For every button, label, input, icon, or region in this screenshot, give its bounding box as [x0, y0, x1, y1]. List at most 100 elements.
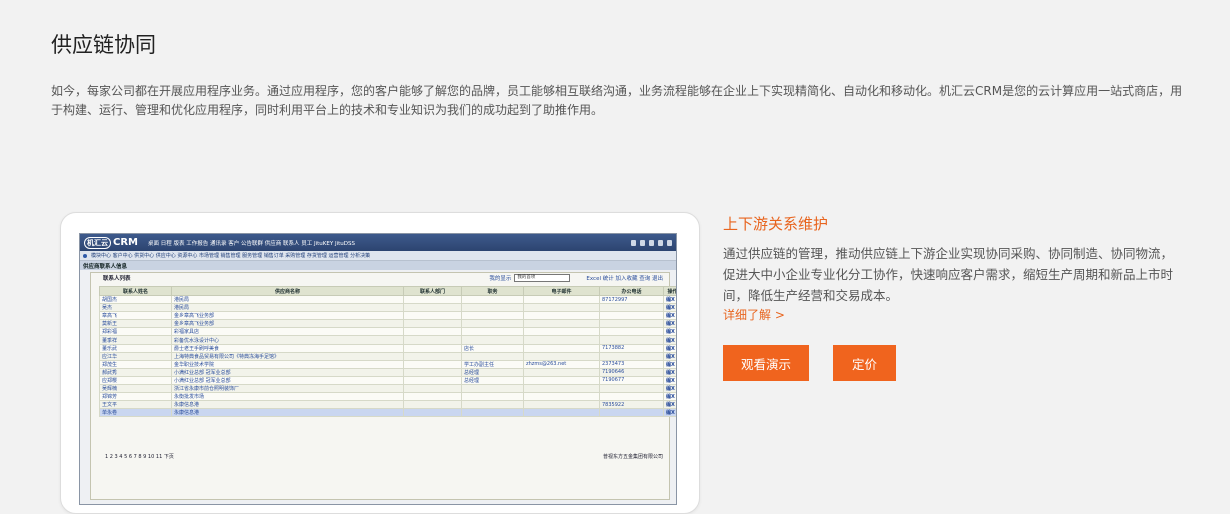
- app-logo-cn: 机汇云: [84, 236, 111, 249]
- table-cell: [403, 375, 462, 386]
- table-cell: [403, 351, 462, 361]
- table-cell: [599, 351, 664, 361]
- table-row[interactable]: 单永卷 永康信息港 编X: [99, 408, 676, 418]
- table-row[interactable]: 胡国杰 港民局 87172997 编X: [99, 294, 676, 305]
- table-row[interactable]: 郑锦芳 永衡批发市场 编X: [99, 392, 676, 402]
- row-actions[interactable]: 编X: [663, 392, 676, 402]
- row-actions[interactable]: 编X: [663, 408, 676, 418]
- row-actions[interactable]: 编X: [663, 351, 676, 361]
- table-cell: 王文平: [99, 400, 172, 410]
- app-module-menu: 模块中心 客户中心 供货中心 供应中心 资源中心 市场管理 销售管理 服务管理 …: [80, 251, 676, 261]
- table-cell: [523, 408, 600, 418]
- table-row[interactable]: 莫新王 金乡章高飞业务部 编X: [99, 319, 676, 329]
- table-cell: 彩备优水泳设计中心: [171, 335, 404, 345]
- table-cell: 总经理: [461, 375, 524, 386]
- row-actions[interactable]: 编X: [663, 400, 676, 410]
- table-row[interactable]: 王文平 永康信息港 7835922 编X: [99, 400, 676, 410]
- table-cell: [403, 319, 462, 329]
- table-cell: 港民局: [171, 303, 404, 313]
- table-cell: [403, 359, 462, 369]
- table-row[interactable]: 章高飞 金乡章高飞业务部 编X: [99, 311, 676, 321]
- row-actions[interactable]: 编X: [663, 327, 676, 337]
- col-header: 办公电话: [599, 286, 664, 296]
- table-row[interactable]: 郑茂生 金华职业技术学院 学工办副主任 zhzms@263.net 2373473 编X: [99, 359, 676, 369]
- panel-title: 联系人列表: [103, 276, 131, 282]
- panel-actions: Excel 统计 加入收藏 查询 退出: [586, 276, 663, 282]
- row-actions[interactable]: 编X: [663, 384, 676, 394]
- table-cell: [599, 311, 664, 321]
- table-cell: [403, 384, 462, 394]
- table-row[interactable]: 应江华 上海特典食品贸易有限公司《特典冻海手足馆》 编X: [99, 351, 676, 361]
- table-cell: 永康信息港: [171, 408, 404, 418]
- feature-title: 上下游关系维护: [723, 215, 829, 233]
- table-cell: 小满红业总部 冠军业总部: [171, 367, 404, 377]
- table-cell: 单永卷: [99, 408, 172, 418]
- table-cell: 郑锦芳: [99, 392, 172, 402]
- table-cell: 胡国杰: [99, 294, 172, 305]
- table-cell: 金乡章高飞业务部: [171, 311, 404, 321]
- col-header: 电子邮件: [523, 286, 600, 296]
- table-cell: 2373473: [599, 359, 664, 369]
- table-cell: [523, 351, 600, 361]
- contact-table: 联系人姓名 供应商名称 联系人部门 职务 电子邮件 办公电话 操作 胡国杰 港民局…: [99, 286, 676, 418]
- table-cell: zhzms@263.net: [523, 359, 600, 369]
- table-cell: [523, 367, 600, 377]
- app-toolbar-icons: [631, 239, 676, 246]
- row-actions[interactable]: 编X: [663, 311, 676, 321]
- row-actions[interactable]: 编X: [663, 294, 676, 305]
- row-actions[interactable]: 编X: [663, 303, 676, 313]
- table-cell: [403, 408, 462, 418]
- contact-list-panel: 联系人列表 我的显示 我的首项 Excel 统计 加入收藏 查询 退出 联系人姓…: [90, 272, 676, 500]
- view-select: 我的首项: [514, 274, 571, 282]
- table-cell: 永衡批发市场: [171, 392, 404, 402]
- table-cell: [461, 311, 524, 321]
- table-cell: [461, 351, 524, 361]
- table-cell: [523, 327, 600, 337]
- table-row[interactable]: 郝武秀 小满红业总部 冠军业总部 总经理 7190646 编X: [99, 367, 676, 377]
- row-actions[interactable]: 编X: [663, 359, 676, 369]
- table-cell: [461, 319, 524, 329]
- table-cell: [523, 400, 600, 410]
- table-row[interactable]: 吴辉楠 浙江省永康市前仓照明装饰厂 编X: [99, 384, 676, 394]
- table-cell: 郑彩福: [99, 327, 172, 337]
- table-row[interactable]: 郑彩福 彩福家具店 编X: [99, 327, 676, 337]
- table-cell: 永康信息港: [171, 400, 404, 410]
- table-cell: [403, 327, 462, 337]
- table-row[interactable]: 董乐武 爵士老王手刷呼美食 店长 7173882 编X: [99, 343, 676, 353]
- table-cell: 郑茂生: [99, 359, 172, 369]
- app-logo-en: CRM: [113, 237, 138, 248]
- table-cell: [403, 343, 462, 353]
- table-cell: [523, 303, 600, 313]
- feature-description: 通过供应链的管理，推动供应链上下游企业实现协同采购、协同制造、协同物流，促进大中…: [723, 246, 1174, 303]
- section-intro: 如今，每家公司都在开展应用程序业务。通过应用程序，您的客户能够了解您的品牌，员工…: [51, 84, 1183, 117]
- row-actions[interactable]: 编X: [663, 375, 676, 386]
- app-breadcrumb: 供应商联系人信息: [80, 261, 676, 270]
- table-cell: 彩福家具店: [171, 327, 404, 337]
- watch-demo-button[interactable]: 观看演示: [723, 345, 809, 381]
- learn-more-link[interactable]: 详细了解 >: [723, 306, 785, 323]
- table-cell: [403, 335, 462, 345]
- table-cell: 7835922: [599, 400, 664, 410]
- table-row[interactable]: 应郑樱 小满红业总部 冠军业总部 总经理 7190677 编X: [99, 375, 676, 386]
- table-cell: [403, 311, 462, 321]
- col-header: 联系人部门: [403, 286, 462, 296]
- table-cell: [599, 319, 664, 329]
- help-icon: [649, 239, 654, 246]
- table-cell: [403, 400, 462, 410]
- table-cell: 金乡章高飞业务部: [171, 319, 404, 329]
- row-actions[interactable]: 编X: [663, 367, 676, 377]
- row-actions[interactable]: 编X: [663, 335, 676, 345]
- table-cell: [403, 294, 462, 305]
- table-cell: 7173882: [599, 343, 664, 353]
- table-cell: [523, 311, 600, 321]
- table-cell: 金华职业技术学院: [171, 359, 404, 369]
- table-cell: [599, 408, 664, 418]
- table-cell: 郝武秀: [99, 367, 172, 377]
- pricing-button[interactable]: 定价: [833, 345, 896, 381]
- table-cell: [461, 392, 524, 402]
- row-actions[interactable]: 编X: [663, 343, 676, 353]
- table-row[interactable]: 吴杰 港民局 编X: [99, 303, 676, 313]
- table-cell: [599, 335, 664, 345]
- row-actions[interactable]: 编X: [663, 319, 676, 329]
- table-row[interactable]: 董季祥 彩备优水泳设计中心 编X: [99, 335, 676, 345]
